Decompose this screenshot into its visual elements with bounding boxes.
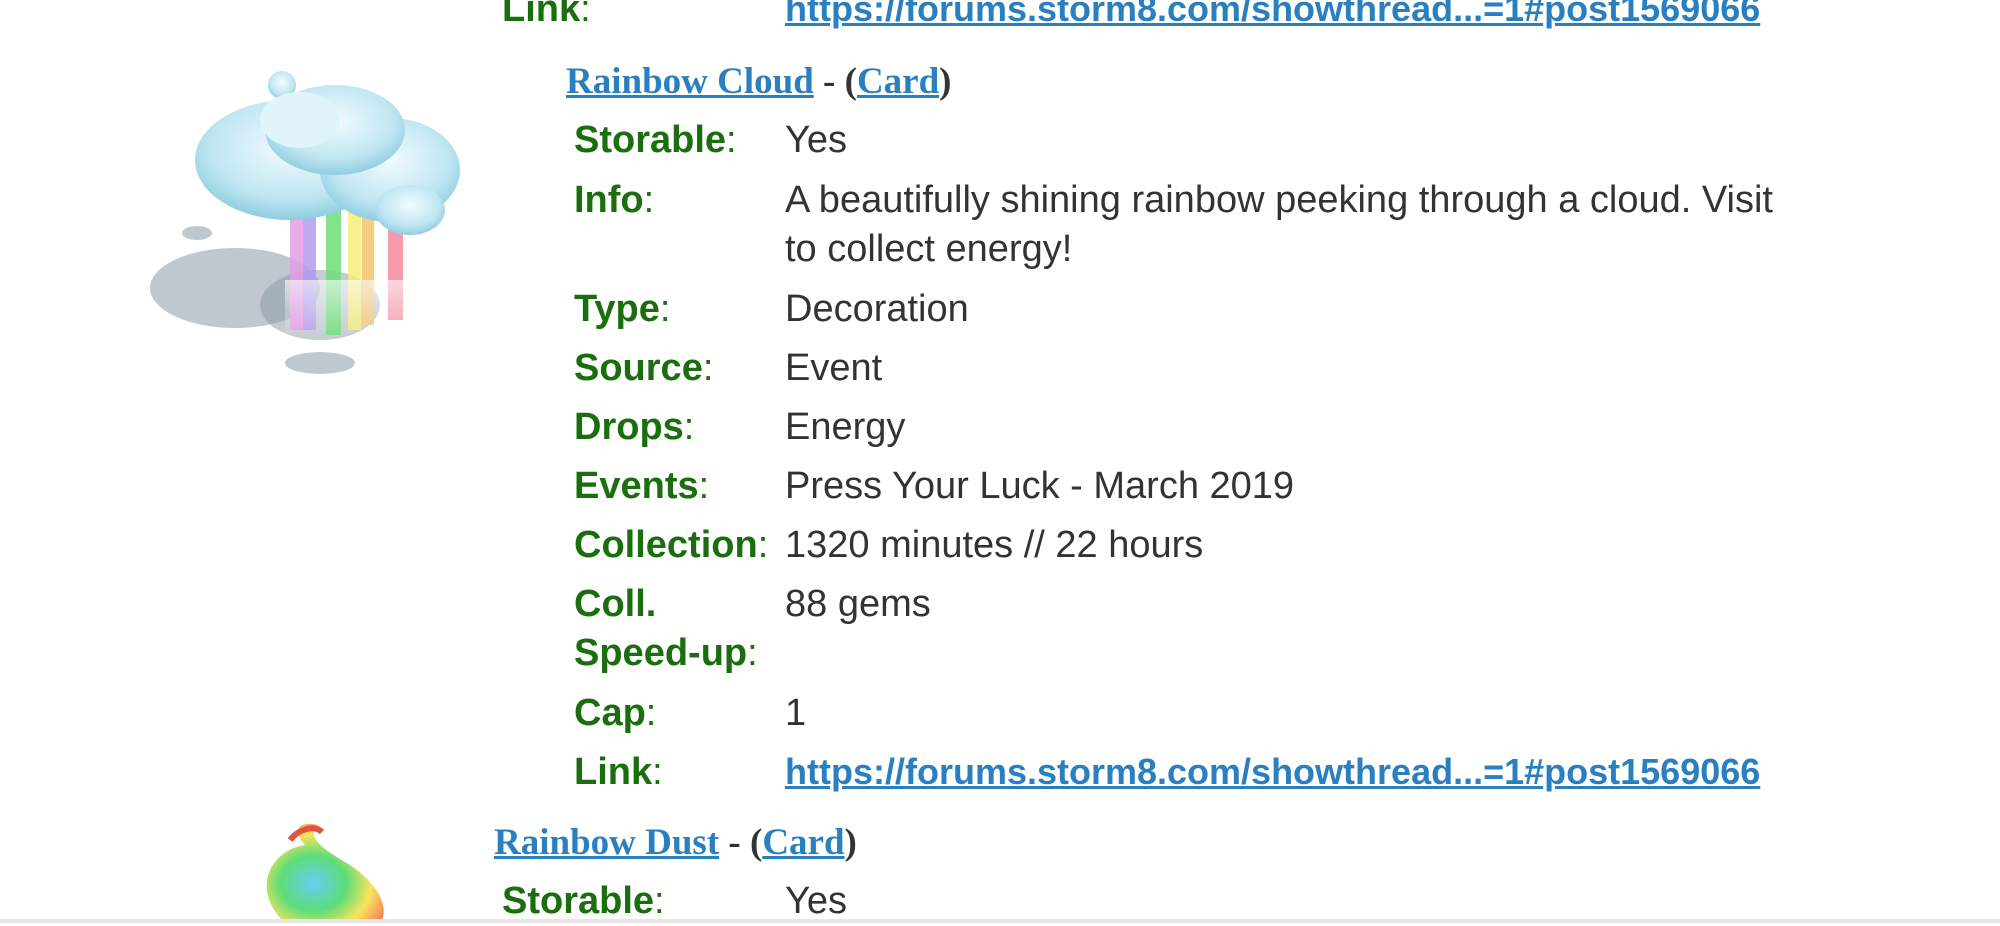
collection-value: 1320 minutes // 22 hours [785,524,1204,566]
forum-link[interactable]: https://forums.storm8.com/showthread...=… [785,751,1760,793]
speedup-value: 88 gems [785,583,931,625]
source-label: Source: [574,347,714,389]
bottom-divider [0,919,2000,923]
storable-value: Yes [785,119,847,161]
events-value: Press Your Luck - March 2019 [785,465,1295,507]
info-value-line1: A beautifully shining rainbow peeking th… [785,179,1773,221]
drops-label: Drops: [574,406,695,448]
next-item-title-row: Rainbow Dust - (Card) [494,822,857,863]
item-name-link[interactable]: Rainbow Cloud [566,61,814,102]
next-card-link[interactable]: Card [762,822,844,863]
info-value-line2: to collect energy! [785,228,1073,270]
info-label: Info: [574,179,655,221]
type-value: Decoration [785,288,969,330]
rainbow-cloud-icon [140,60,480,380]
cap-value: 1 [785,692,807,734]
cap-label: Cap: [574,692,657,734]
speedup-label-line1: Coll. [574,583,657,625]
drops-value: Energy [785,406,906,448]
source-value: Event [785,347,883,389]
type-label: Type: [574,288,671,330]
storable-label: Storable: [574,119,737,161]
link-label: Link: [574,751,663,793]
next-storable-label: Storable: [502,880,665,922]
next-item-name-link[interactable]: Rainbow Dust [494,822,719,863]
card-link[interactable]: Card [857,61,939,102]
item-title-row: Rainbow Cloud - (Card) [566,61,952,102]
rainbow-dust-icon [230,820,430,923]
events-label: Events: [574,465,710,507]
prev-link-label: Link: [502,0,591,30]
speedup-label-line2: Speed-up: [574,632,758,674]
prev-forum-link[interactable]: https://forums.storm8.com/showthread...=… [785,0,1760,30]
collection-label: Collection: [574,524,769,566]
